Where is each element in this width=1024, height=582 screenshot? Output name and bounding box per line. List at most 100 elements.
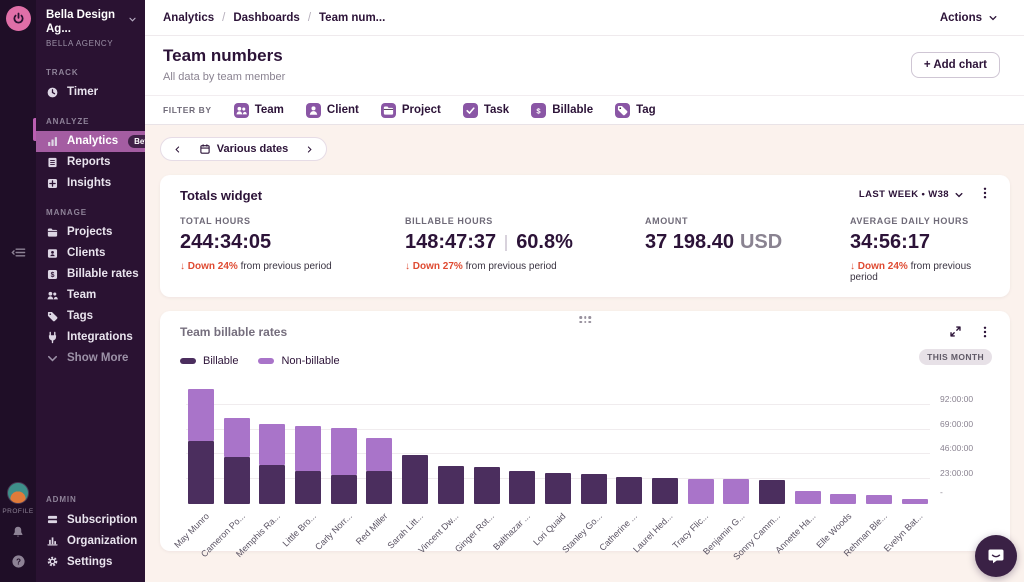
date-range-picker[interactable]: Various dates <box>160 137 327 161</box>
tag-icon <box>46 310 59 323</box>
bar-segment-billable <box>331 475 357 504</box>
sidebar-item-label: Subscription <box>67 514 137 526</box>
filter-chip-task[interactable]: Task <box>463 103 509 118</box>
bar-evelyn-bat <box>902 499 928 504</box>
page-subtitle: All data by team member <box>163 71 285 83</box>
help-icon[interactable]: ? <box>11 554 26 574</box>
dollar-icon: $ <box>531 103 546 118</box>
add-chart-button[interactable]: + Add chart <box>911 52 1000 78</box>
bar-balthazar <box>509 471 535 504</box>
metric-delta: ↓ Down 24% from previous period <box>850 261 992 283</box>
bar-segment-non-billable <box>866 495 892 504</box>
collapse-sidebar-icon[interactable] <box>11 245 26 265</box>
actions-menu-button[interactable]: Actions <box>940 12 998 24</box>
x-axis-label: Little Bro... <box>295 508 321 564</box>
sidebar-item-subscription[interactable]: Subscription <box>36 509 145 530</box>
sidebar-item-label: Projects <box>67 226 112 238</box>
breadcrumb-separator: / <box>308 12 311 24</box>
dollar-square-icon: $ <box>46 268 59 281</box>
sidebar-item-label: Integrations <box>67 331 133 343</box>
chart-widget-menu-icon[interactable] <box>978 325 992 339</box>
analytics-icon <box>46 135 59 148</box>
range-badge: THIS MONTH <box>919 349 992 365</box>
period-selector[interactable]: LAST WEEK • W38 <box>859 189 964 200</box>
metric-value: 244:34:05 <box>180 231 405 254</box>
bar-lori-quaid <box>545 473 571 504</box>
filter-chip-billable[interactable]: $Billable <box>531 103 593 118</box>
insights-icon <box>46 177 59 190</box>
sidebar-item-clients[interactable]: Clients <box>36 243 145 264</box>
metric-unit: USD <box>740 231 782 254</box>
avatar[interactable] <box>7 482 29 504</box>
plug-icon <box>46 331 59 344</box>
active-rail-indicator <box>33 118 36 141</box>
x-axis-label: Stanley Go... <box>581 508 607 564</box>
client-card-icon <box>46 247 59 260</box>
y-axis-tick: 69:00:00 <box>940 419 973 429</box>
breadcrumb-analytics[interactable]: Analytics <box>163 12 214 24</box>
sidebar-item-insights[interactable]: Insights <box>36 173 145 194</box>
sidebar-item-label: Analytics <box>67 135 118 147</box>
sidebar-item-organization[interactable]: Organization <box>36 530 145 551</box>
app-window: PROFILE ? Bella Design Ag... BELLA AGENC… <box>0 0 1024 582</box>
bar-segment-non-billable <box>830 494 856 504</box>
team-icon <box>234 103 249 118</box>
bar-segment-billable <box>652 478 678 504</box>
bar-segment-non-billable <box>331 428 357 474</box>
legend-item-billable[interactable]: Billable <box>180 355 238 367</box>
sidebar-item-settings[interactable]: Settings <box>36 551 145 572</box>
team-billable-rates-widget: Team billable rates THIS MONTH BillableN… <box>160 311 1010 551</box>
bar-vincent-dw <box>438 466 464 504</box>
filter-chip-label: Project <box>402 104 441 116</box>
sidebar-item-analytics[interactable]: AnalyticsBeta <box>36 131 145 152</box>
bar-segment-billable <box>259 465 285 504</box>
sidebar-item-integrations[interactable]: Integrations <box>36 327 145 348</box>
next-period-icon[interactable] <box>303 143 316 156</box>
sidebar-item-projects[interactable]: Projects <box>36 222 145 243</box>
filter-chip-project[interactable]: Project <box>381 103 441 118</box>
x-axis-label: Tracy Flic... <box>688 508 714 564</box>
toggl-logo-icon[interactable] <box>6 6 31 31</box>
widget-drag-handle-icon[interactable] <box>579 316 591 323</box>
sidebar-item-timer[interactable]: Timer <box>36 82 145 103</box>
sidebar-item-label: Organization <box>67 535 137 547</box>
sidebar-item-show-more[interactable]: Show More <box>36 348 145 369</box>
prev-period-icon[interactable] <box>171 143 184 156</box>
sidebar-item-tags[interactable]: Tags <box>36 306 145 327</box>
legend-item-non-billable[interactable]: Non-billable <box>258 355 339 367</box>
sidebar-item-label: Timer <box>67 86 98 98</box>
metric-value: 34:56:17 <box>850 231 992 254</box>
x-axis-label: Laurel Hed... <box>652 508 678 564</box>
bar-chart-plot: 92:00:0069:00:0046:00:0023:00:00- <box>186 381 930 504</box>
sidebar-item-billable-rates[interactable]: $Billable rates <box>36 264 145 285</box>
sidebar-item-label: Clients <box>67 247 105 259</box>
filter-by-label: FILTER BY <box>163 105 212 115</box>
filter-chip-label: Tag <box>636 104 656 116</box>
metric-delta: ↓ Down 27% from previous period <box>405 261 645 272</box>
sidebar-item-reports[interactable]: Reports <box>36 152 145 173</box>
totals-widget-menu-icon[interactable] <box>978 186 992 205</box>
support-chat-button[interactable] <box>975 535 1017 577</box>
breadcrumb: Analytics / Dashboards / Team num... <box>163 12 385 24</box>
filter-chip-tag[interactable]: Tag <box>615 103 656 118</box>
metric-label: AVERAGE DAILY HOURS <box>850 216 992 226</box>
filter-chip-client[interactable]: Client <box>306 103 359 118</box>
bar-benjamin-g <box>723 479 749 504</box>
bar-catherine <box>616 477 642 504</box>
team-icon <box>46 289 59 302</box>
sidebar-item-team[interactable]: Team <box>36 285 145 306</box>
x-axis-label: Memphis Ra... <box>259 508 285 564</box>
breadcrumb-dashboards[interactable]: Dashboards <box>233 12 299 24</box>
x-axis-label: Rehman Ble... <box>866 508 892 564</box>
chevron-down-icon <box>988 13 998 23</box>
svg-text:?: ? <box>16 557 21 566</box>
bar-tracy-flic <box>688 479 714 504</box>
workspace-switcher[interactable]: Bella Design Ag... BELLA AGENCY <box>36 0 145 54</box>
svg-text:$: $ <box>537 106 542 115</box>
actions-label: Actions <box>940 12 982 24</box>
notifications-bell-icon[interactable] <box>11 525 25 544</box>
expand-widget-icon[interactable] <box>949 325 962 339</box>
bar-segment-billable <box>616 477 642 504</box>
person-icon <box>306 103 321 118</box>
filter-chip-team[interactable]: Team <box>234 103 284 118</box>
